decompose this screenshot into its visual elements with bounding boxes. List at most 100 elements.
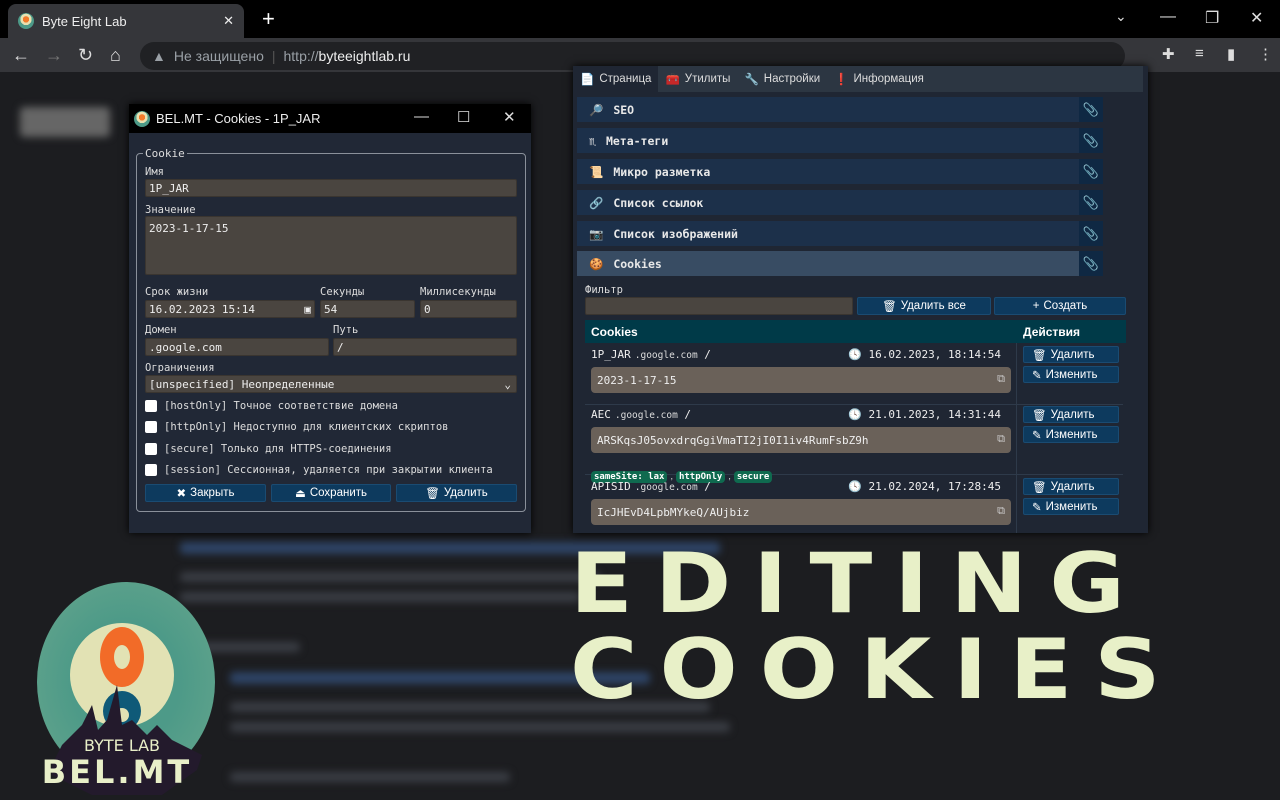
section-0[interactable]: 🔎 SEO [577,97,1079,122]
cookie-value[interactable]: ARSKqsJ05ovxdrqGgiVmaTI2jI0I1iv4RumFsbZ9… [591,427,1011,453]
filter-label: Фильтр [585,284,623,296]
tab-search-icon[interactable]: ⌄ [1115,8,1127,25]
seconds-input[interactable]: 54 [320,300,415,318]
sidepanel-icon[interactable]: ▮ [1227,45,1235,63]
paperclip-icon[interactable]: 📎 [1079,190,1103,215]
delete-button[interactable]: 🗑 Удалить [396,484,517,502]
cookie-value[interactable]: 2023-1-17-15 ⧉ [591,367,1011,393]
edit-cookie-button[interactable]: ✎ Изменить [1023,498,1119,515]
minimize-icon[interactable]: — [414,108,429,125]
tab-strip: Byte Eight Lab ✕ + ⌄ — ❐ ✕ [0,0,1280,38]
forward-icon[interactable]: → [45,45,63,66]
delete-label: Удалить [1050,408,1095,421]
tab-info[interactable]: ❗ Информация [827,66,931,92]
reload-icon[interactable]: ↻ [78,45,93,66]
table-row: AEC .google.com / 🕓 21.01.2023, 14:31:44 … [585,405,1123,483]
calendar-icon[interactable]: ▣ [304,303,311,316]
expires-text: 21.01.2023, 14:31:44 [868,408,1001,421]
save-icon: ⏏ [294,488,306,500]
maximize-icon[interactable]: ☐ [457,108,470,126]
delete-all-label: Удалить все [900,300,966,312]
section-2[interactable]: 📜 Микро разметка [577,159,1079,184]
tab-label: Настройки [763,73,821,85]
exclamation-icon: ❗ [834,74,849,86]
section-icon: 🔗 [589,195,604,210]
save-button-label: Сохранить [309,487,368,499]
name-label: Имя [145,166,164,178]
tab-page[interactable]: 📄 Страница [573,66,659,92]
ms-input[interactable]: 0 [420,300,517,318]
paperclip-icon[interactable]: 📎 [1079,97,1103,122]
path-input[interactable]: / [333,338,517,356]
restrictions-select[interactable]: [unspecified] Неопределенные ⌄ [145,375,517,393]
home-icon[interactable]: ⌂ [110,45,121,66]
section-1[interactable]: ♏ Мета-теги [577,128,1079,153]
filter-input[interactable] [585,297,853,315]
close-button[interactable]: ✖ Закрыть [145,484,266,502]
paperclip-icon[interactable]: 📎 [1079,221,1103,246]
cookie-name: 1P_JAR [591,348,631,361]
new-tab-button[interactable]: + [262,6,275,32]
expires-text: 16.02.2023, 18:14:54 [868,348,1001,361]
maximize-icon[interactable]: ❐ [1205,8,1219,28]
url-scheme: http:// [283,48,319,64]
back-icon[interactable]: ← [12,45,30,66]
delete-all-button[interactable]: 🗑 Удалить все [857,297,991,315]
delete-cookie-button[interactable]: 🗑 Удалить [1023,346,1119,363]
secure-checkbox[interactable] [145,443,157,455]
url-host: byteeightlab.ru [318,48,411,64]
tab-utilities[interactable]: 🧰 Утилиты [658,66,737,92]
byte-lab-logo: BYTE LAB BEL.MT [37,582,215,795]
extensions-icon[interactable]: ✚ [1162,45,1175,63]
cookie-value[interactable]: IcJHEvD4LpbMYkeQ/AUjbiz ⧉ [591,499,1011,525]
domain-input[interactable]: .google.com [145,338,329,356]
section-label: Cookies [613,256,662,271]
tab-title: Byte Eight Lab [42,13,127,29]
paperclip-icon[interactable]: 📎 [1079,251,1103,276]
copy-icon[interactable]: ⧉ [997,504,1005,518]
httponly-label: [httpOnly] Недоступно для клиентских скр… [164,421,449,433]
delete-cookie-button[interactable]: 🗑 Удалить [1023,406,1119,423]
delete-label: Удалить [1050,480,1095,493]
cookie-expires: 🕓 21.02.2024, 17:28:45 [848,480,1001,493]
browser-tab[interactable]: Byte Eight Lab ✕ [8,4,244,38]
menu-icon[interactable]: ⋮ [1258,45,1273,63]
cookies-table-header: Cookies Действия [585,320,1126,343]
tab-settings[interactable]: 🔧 Настройки [737,66,827,92]
hostonly-label: [hostOnly] Точное соответствие домена [164,400,398,412]
trash-icon: 🗑 [1032,481,1047,494]
minimize-icon[interactable]: — [1160,8,1176,26]
dialog-title: BEL.MT - Cookies - 1P_JAR [156,111,321,126]
httponly-checkbox[interactable] [145,421,157,433]
close-tab-icon[interactable]: ✕ [223,13,234,29]
session-checkbox[interactable] [145,464,157,476]
section-icon: 🔎 [589,102,604,117]
section-label: Микро разметка [613,164,711,179]
paperclip-icon[interactable]: 📎 [1079,128,1103,153]
clock-icon: 🕓 [848,408,862,421]
section-4[interactable]: 📷 Список изображений [577,221,1079,246]
copy-icon[interactable]: ⧉ [997,372,1005,386]
save-button[interactable]: ⏏ Сохранить [271,484,391,502]
section-icon: 🍪 [589,256,604,271]
expires-input[interactable]: 16.02.2023 15:14 ▣ [145,300,315,318]
section-3[interactable]: 🔗 Список ссылок [577,190,1079,215]
edit-cookie-button[interactable]: ✎ Изменить [1023,426,1119,443]
close-window-icon[interactable]: ✕ [1250,8,1263,28]
paperclip-icon[interactable]: 📎 [1079,159,1103,184]
delete-cookie-button[interactable]: 🗑 Удалить [1023,478,1119,495]
value-textarea[interactable]: 2023-1-17-15 [145,216,517,275]
edit-cookie-button[interactable]: ✎ Изменить [1023,366,1119,383]
toolbox-icon: 🧰 [665,74,680,86]
section-5[interactable]: 🍪 Cookies [577,251,1079,276]
copy-icon[interactable]: ⧉ [997,432,1005,446]
page-icon: 📄 [580,74,595,86]
name-input[interactable]: 1P_JAR [145,179,517,197]
close-icon[interactable]: ✕ [503,108,516,126]
security-status[interactable]: Не защищено [174,48,264,64]
create-button[interactable]: + Создать [994,297,1126,315]
cookie-name-line: APISID .google.com / [591,480,711,493]
ms-label: Миллисекунды [420,286,496,298]
media-icon[interactable]: ≡ [1195,45,1204,62]
hostonly-checkbox[interactable] [145,400,157,412]
